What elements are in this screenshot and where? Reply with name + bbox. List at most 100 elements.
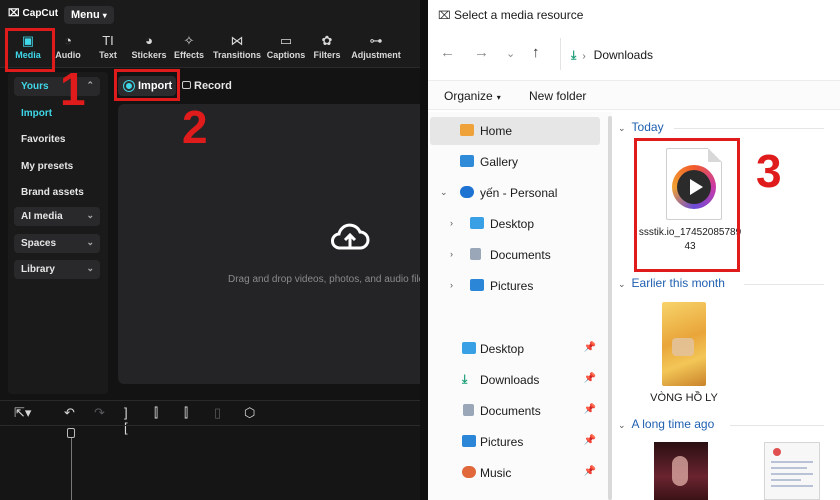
downloads-icon: ⤓	[462, 372, 468, 386]
downloads-icon: ⤓	[571, 48, 577, 62]
forward-icon[interactable]: →	[474, 44, 489, 61]
sidebar-item-library[interactable]: Library ⌄	[14, 260, 100, 279]
sidebar-item-favorites[interactable]: Favorites	[14, 130, 100, 149]
thumbnail-detail	[672, 456, 688, 486]
tab-text[interactable]: TI Text	[94, 32, 122, 66]
chevron-down-icon: ⌄	[618, 123, 626, 133]
dialog-title-bar: ⌧ Select a media resource	[428, 0, 840, 30]
up-icon[interactable]: ↑	[532, 44, 540, 61]
group-divider	[730, 425, 824, 426]
nav-item-onedrive-personal[interactable]: ⌄ yến - Personal	[430, 179, 600, 207]
file-item-image[interactable]: VÒNG HỒ LY	[644, 302, 724, 410]
file-name: VÒNG HỒ LY	[650, 392, 718, 404]
image-thumbnail	[662, 302, 706, 386]
sidebar-item-ai-media[interactable]: AI media ⌄	[14, 207, 100, 226]
drop-hint-text: Drag and drop videos, photos, and audio …	[228, 274, 420, 285]
nav-item-pictures[interactable]: › Pictures	[430, 272, 600, 300]
tab-stickers[interactable]: ◕ Stickers	[130, 32, 168, 66]
menu-button[interactable]: Menu ▾	[64, 6, 114, 24]
tab-label: Filters	[313, 50, 341, 60]
nav-item-desktop[interactable]: › Desktop	[430, 210, 600, 238]
record-label: Record	[194, 80, 232, 92]
sidebar-item-import[interactable]: Import	[14, 104, 100, 123]
tab-effects[interactable]: ✧ Effects	[172, 32, 206, 66]
audio-icon: ◔	[64, 33, 72, 48]
group-header-long-ago[interactable]: ⌄ A long time ago	[618, 417, 824, 431]
file-thumbnail-document[interactable]	[764, 442, 820, 500]
nav-item-label: Documents	[480, 404, 541, 418]
recent-locations-icon[interactable]: ⌄	[506, 47, 515, 60]
nav-item-label: Desktop	[480, 342, 525, 356]
thumbnail-detail	[672, 338, 694, 356]
quick-access-desktop[interactable]: Desktop 📌	[430, 335, 600, 363]
marker-icon[interactable]: ⬡	[244, 405, 255, 421]
tab-filters[interactable]: ✿ Filters	[312, 32, 342, 66]
file-thumbnail-photo[interactable]	[654, 442, 708, 500]
annotation-number-2: 2	[182, 101, 208, 153]
sidebar-item-yours[interactable]: Yours ⌃	[14, 77, 100, 96]
sidebar-item-my-presets[interactable]: My presets	[14, 157, 100, 176]
select-pointer-icon[interactable]: ⇱▾	[14, 405, 31, 421]
timeline: ⇱▾ ↶ ↷ ][ ⫿ ⫿ ▯ ⬡	[0, 400, 420, 500]
thumbnail-seal	[773, 448, 781, 456]
sidebar-item-brand-assets[interactable]: Brand assets	[14, 183, 100, 202]
media-drop-zone[interactable]: Drag and drop videos, photos, and audio …	[118, 104, 420, 384]
back-icon[interactable]: ←	[440, 44, 455, 61]
sidebar-item-label: Favorites	[21, 134, 66, 145]
group-label: Earlier this month	[631, 276, 725, 290]
pictures-icon	[462, 435, 476, 447]
capcut-app-icon: ⌧	[438, 10, 451, 22]
nav-item-label: Pictures	[490, 279, 534, 293]
capcut-logo-icon: ⌧	[8, 8, 20, 19]
tab-audio[interactable]: ◔ Audio	[52, 32, 84, 66]
capcut-logo-text: CapCut	[22, 8, 59, 19]
quick-access-pictures[interactable]: Pictures 📌	[430, 428, 600, 456]
tab-label: Transitions	[212, 50, 261, 60]
sidebar-item-label: AI media	[21, 211, 63, 222]
group-header-today[interactable]: ⌄ Today	[618, 120, 824, 134]
quick-access-downloads[interactable]: ⤓ Downloads 📌	[430, 366, 600, 394]
new-folder-button[interactable]: New folder	[529, 89, 586, 103]
pin-icon[interactable]: 📌	[584, 404, 596, 415]
sidebar-item-spaces[interactable]: Spaces ⌄	[14, 234, 100, 253]
record-button[interactable]: Record	[180, 76, 240, 96]
playhead-handle[interactable]	[67, 428, 75, 438]
pin-icon[interactable]: 📌	[584, 466, 596, 477]
transitions-icon: ⋈	[230, 33, 244, 48]
nav-item-gallery[interactable]: Gallery	[430, 148, 600, 176]
redo-icon[interactable]: ↷	[94, 405, 105, 421]
annotation-box-video	[634, 138, 740, 272]
split-right-icon[interactable]: ⫿	[184, 405, 188, 421]
group-header-earlier-this-month[interactable]: ⌄ Earlier this month	[618, 276, 824, 290]
annotation-box-import	[114, 69, 180, 101]
split-left-icon[interactable]: ⫿	[154, 405, 158, 421]
thumbnail-line	[771, 479, 801, 481]
navigation-scrollbar[interactable]	[608, 116, 612, 500]
thumbnail-line	[771, 461, 813, 463]
address-bar[interactable]: ⤓ › Downloads	[560, 38, 840, 70]
sidebar-item-label: Import	[21, 108, 53, 119]
undo-icon[interactable]: ↶	[64, 405, 75, 421]
tab-transitions[interactable]: ⋈ Transitions	[212, 32, 262, 66]
tab-label: Adjustment	[351, 50, 401, 60]
quick-access-music[interactable]: Music 📌	[430, 459, 600, 487]
organize-button[interactable]: Organize ▾	[444, 89, 501, 103]
effects-icon: ✧	[183, 33, 195, 48]
pin-icon[interactable]: 📌	[584, 342, 596, 353]
organize-label: Organize	[444, 89, 493, 103]
nav-item-home[interactable]: Home	[430, 117, 600, 145]
nav-item-label: yến - Personal	[480, 186, 558, 200]
pin-icon[interactable]: 📌	[584, 373, 596, 384]
nav-item-label: Gallery	[480, 155, 519, 169]
tab-captions[interactable]: ▭ Captions	[266, 32, 306, 66]
media-sidebar: Yours ⌃ Import Favorites My presets Brand…	[8, 72, 108, 394]
split-icon[interactable]: ][	[124, 405, 128, 435]
tab-adjustment[interactable]: ⊶ Adjustment	[350, 32, 402, 66]
nav-item-documents[interactable]: › Documents	[430, 241, 600, 269]
annotation-number-1: 1	[60, 63, 86, 115]
pin-icon[interactable]: 📌	[584, 435, 596, 446]
quick-access-documents[interactable]: Documents 📌	[430, 397, 600, 425]
desktop-icon	[462, 342, 476, 354]
navigation-pane: Home Gallery ⌄ yến - Personal › Desktop …	[428, 112, 612, 500]
delete-icon[interactable]: ▯	[214, 405, 221, 421]
